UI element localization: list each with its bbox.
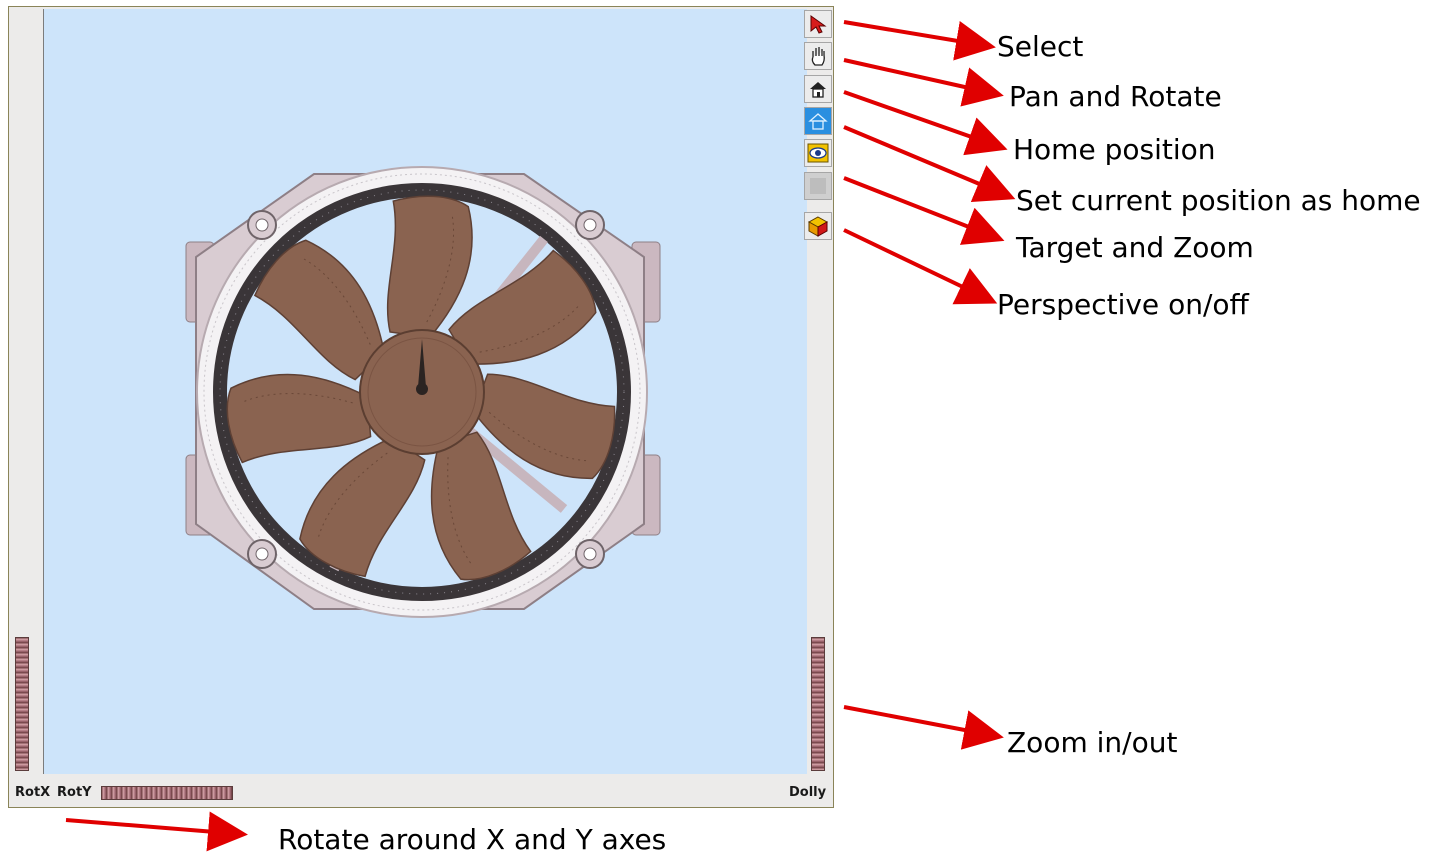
- callout-zoom: Zoom in/out: [1007, 726, 1178, 759]
- callout-select: Select: [997, 30, 1084, 63]
- callout-pan-rotate: Pan and Rotate: [1009, 80, 1222, 113]
- callout-target-zoom: Target and Zoom: [1016, 231, 1254, 264]
- callout-perspective: Perspective on/off: [997, 288, 1249, 321]
- annotation-arrows: [65, 20, 1016, 852]
- callout-rotate-xy: Rotate around X and Y axes: [278, 823, 667, 856]
- callout-home-position: Home position: [1013, 133, 1216, 166]
- callout-set-home: Set current position as home: [1016, 184, 1421, 217]
